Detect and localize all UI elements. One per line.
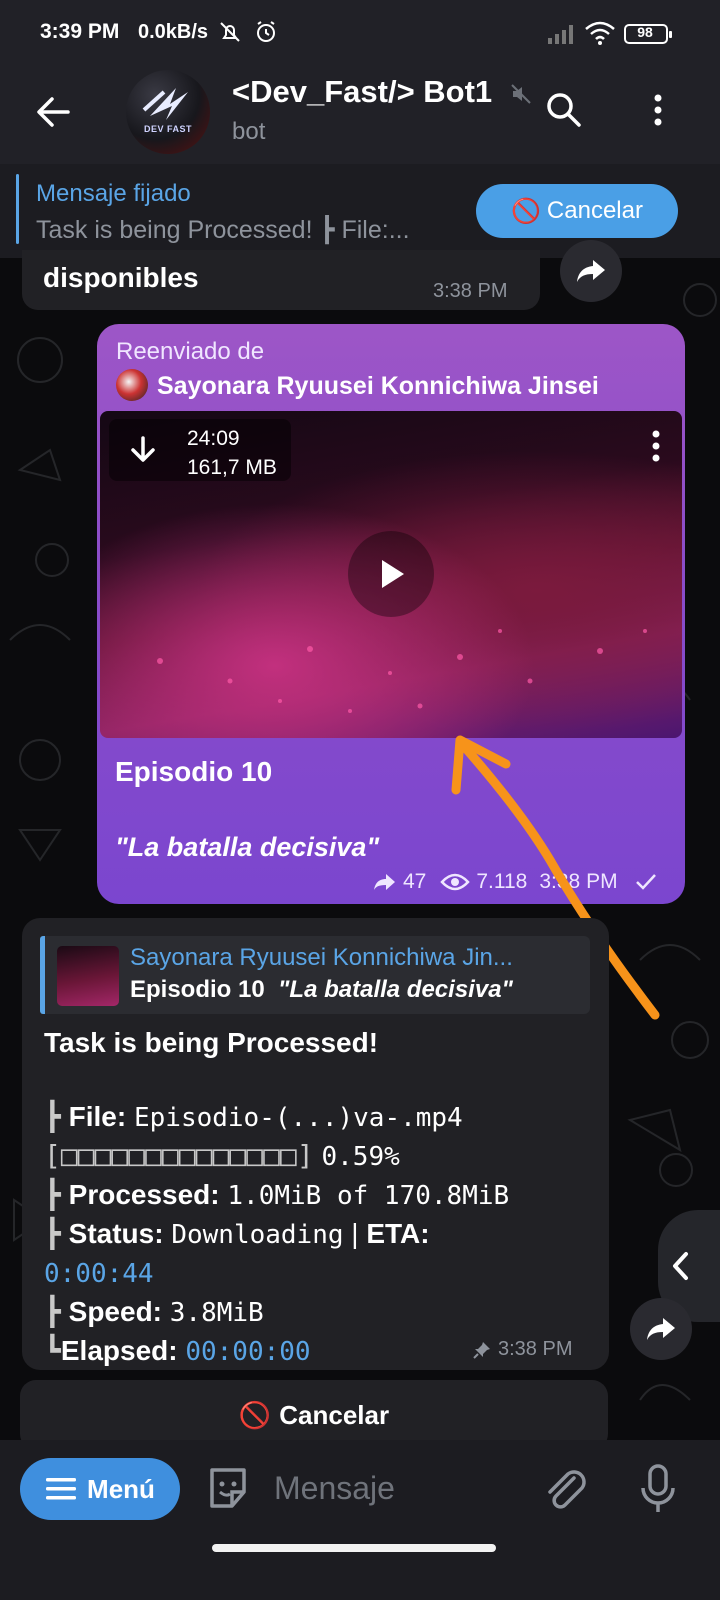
share-count: 47 <box>403 870 427 893</box>
battery-level: 98 <box>637 24 653 40</box>
muted-speaker-icon <box>511 84 531 104</box>
elapsed-label: Elapsed: <box>60 1335 178 1366</box>
pinned-message-bar[interactable]: Mensaje fijado Task is being Processed! … <box>0 164 720 258</box>
inline-cancel-label: Cancelar <box>279 1399 390 1430</box>
pinned-cancel-label: Cancelar <box>546 197 643 224</box>
video-duration: 24:09 <box>187 427 240 450</box>
avatar-text: DEV FAST <box>143 124 192 134</box>
channel-avatar[interactable] <box>116 369 148 401</box>
wifi-icon <box>585 21 615 45</box>
sticker-icon[interactable] <box>204 1464 252 1512</box>
video-thumbnail[interactable]: 24:09 161,7 MB <box>100 411 682 738</box>
tree-branch: ┣ <box>44 1178 61 1211</box>
reply-text-subtitle: "La batalla decisiva" <box>278 976 513 1003</box>
task-share-button[interactable] <box>630 1298 692 1360</box>
back-arrow-icon[interactable] <box>34 92 74 132</box>
episode-subtitle: "La batalla decisiva" <box>115 832 380 862</box>
bot-avatar[interactable]: DEV FAST <box>126 70 210 154</box>
search-icon[interactable] <box>544 90 584 130</box>
tree-branch: ┣ <box>44 1100 61 1133</box>
task-progress-line: [□□□□□□□□□□□□□□] 0.59% <box>44 1137 509 1176</box>
task-time: 3:38 PM <box>498 1338 573 1360</box>
processed-label: Processed: <box>68 1179 220 1210</box>
progress-value: 0.59% <box>321 1142 400 1172</box>
episode-title: Episodio 10 <box>115 756 273 787</box>
speed-label: Speed: <box>68 1296 162 1327</box>
elapsed-value: 00:00:00 <box>185 1337 311 1367</box>
pinned-cancel-button[interactable]: 🚫 Cancelar <box>476 184 678 238</box>
task-meta: 3:38 PM <box>472 1338 572 1361</box>
pinned-indicator <box>16 174 19 244</box>
file-label: File: <box>68 1101 127 1132</box>
reply-thumbnail <box>57 946 119 1006</box>
forward-count-icon <box>374 874 395 890</box>
mic-icon[interactable] <box>638 1462 678 1516</box>
alarm-icon <box>257 21 275 42</box>
more-vertical-icon[interactable] <box>648 92 668 132</box>
task-body: Task is being Processed! ┣ File: Episodi… <box>44 1024 509 1371</box>
forwarded-label: Reenviado de <box>116 338 265 365</box>
share-button[interactable] <box>560 240 622 302</box>
chat-title[interactable]: <Dev_Fast/> Bot1 <box>232 74 532 110</box>
menu-lines-icon <box>46 1478 77 1500</box>
inline-cancel-icon: 🚫 <box>238 1399 272 1430</box>
play-icon <box>382 560 404 588</box>
bot-logo <box>142 88 188 120</box>
eta-label: ETA: <box>366 1218 430 1249</box>
task-message-bubble[interactable]: Sayonara Ryuusei Konnichiwa Jin... Episo… <box>22 918 609 1370</box>
previous-message-text: disponibles <box>43 262 199 293</box>
task-file-line: ┣ File: Episodio-(...)va-.mp4 <box>44 1098 509 1137</box>
file-value: Episodio-(...)va-.mp4 <box>133 1103 463 1133</box>
task-processed-line: ┣ Processed: 1.0MiB of 170.8MiB <box>44 1176 509 1215</box>
reply-indicator <box>40 936 45 1014</box>
status-time: 3:39 PM <box>40 20 120 43</box>
task-speed-line: ┣ Speed: 3.8MiB <box>44 1293 509 1332</box>
status-value: Downloading <box>171 1220 344 1250</box>
status-bar: 3:39 PM 0.0kB/s 98 <box>0 0 720 66</box>
chat-header: DEV FAST <Dev_Fast/> Bot1 bot <box>0 66 720 164</box>
menu-label: Menú <box>87 1473 155 1504</box>
task-heading: Task is being Processed! <box>44 1027 379 1058</box>
tree-branch: ┣ <box>44 1295 61 1328</box>
download-arrow-icon <box>131 436 155 462</box>
cancel-prohibited-icon: 🚫 <box>511 197 541 225</box>
chat-subtitle: bot <box>232 118 266 145</box>
tree-branch-end: ┗ <box>44 1334 61 1367</box>
message-input[interactable]: Mensaje <box>274 1470 395 1507</box>
progress-bar-text: [□□□□□□□□□□□□□□] <box>44 1139 314 1172</box>
previous-message-time: 3:38 PM <box>433 280 508 302</box>
task-eta-line: 0:00:44 <box>44 1254 509 1293</box>
reply-preview[interactable]: Sayonara Ryuusei Konnichiwa Jin... Episo… <box>40 936 590 1014</box>
play-button[interactable] <box>348 531 434 617</box>
pin-icon <box>473 1341 490 1359</box>
share-arrow-icon <box>647 1318 675 1340</box>
download-badge[interactable]: 24:09 161,7 MB <box>109 419 291 481</box>
status-label: Status: <box>68 1218 164 1249</box>
pinned-label: Mensaje fijado <box>36 180 191 207</box>
processed-value: 1.0MiB of 170.8MiB <box>227 1181 510 1211</box>
video-size: 161,7 MB <box>187 456 277 479</box>
reply-text: Episodio 10 "La batalla decisiva" <box>130 976 513 1004</box>
attach-icon[interactable] <box>540 1464 590 1514</box>
tree-branch: ┣ <box>44 1217 61 1250</box>
battery-icon: 98 <box>624 24 672 44</box>
video-more-icon[interactable] <box>648 429 664 465</box>
signal-icon <box>548 25 573 44</box>
chevron-left-icon <box>673 1252 688 1280</box>
home-indicator <box>212 1544 496 1552</box>
bot-menu-button[interactable]: Menú <box>20 1458 180 1520</box>
mute-bell-icon <box>220 22 240 42</box>
reply-text-title: Episodio 10 <box>130 976 265 1003</box>
eta-value: 0:00:44 <box>44 1259 154 1289</box>
forwarded-channel-name[interactable]: Sayonara Ryuusei Konnichiwa Jinsei <box>157 372 599 401</box>
reply-sender: Sayonara Ryuusei Konnichiwa Jin... <box>130 944 513 971</box>
speed-value: 3.8MiB <box>169 1298 264 1328</box>
message-input-bar: Menú Mensaje <box>0 1440 720 1600</box>
pinned-text: Task is being Processed! ┣ File:... <box>36 216 410 244</box>
task-elapsed-line: ┗Elapsed: 00:00:00 <box>44 1332 509 1371</box>
share-arrow-icon <box>577 260 605 282</box>
status-net-speed: 0.0kB/s <box>138 21 209 43</box>
task-status-line: ┣ Status: Downloading | ETA: <box>44 1217 430 1250</box>
